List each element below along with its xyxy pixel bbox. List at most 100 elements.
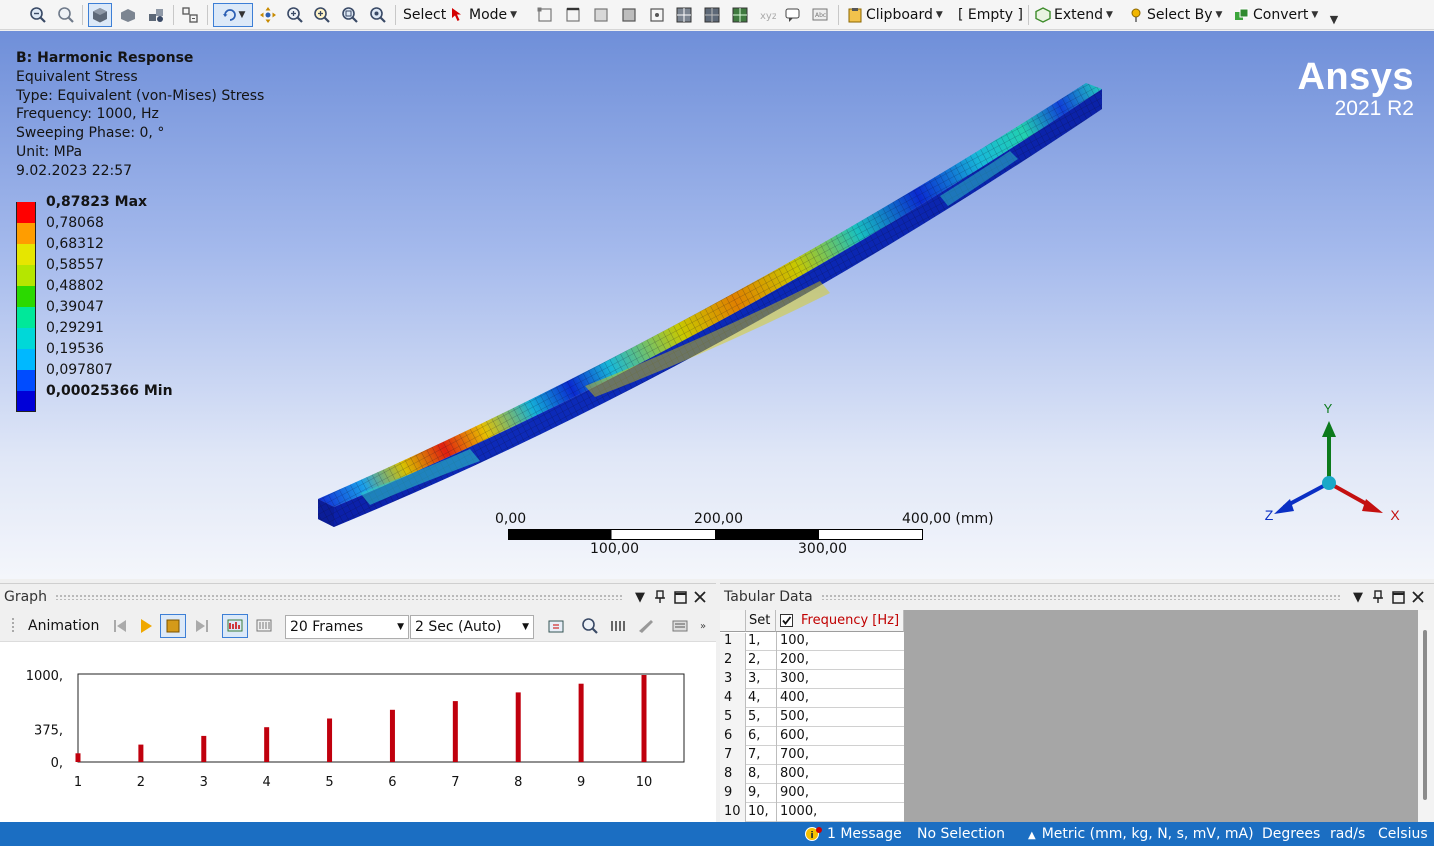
angle-unit[interactable]: Degrees bbox=[1262, 826, 1320, 842]
close-pane-icon[interactable] bbox=[1408, 591, 1428, 603]
extend-dropdown[interactable]: Extend ▼ bbox=[1035, 3, 1113, 27]
vertex-select-icon[interactable] bbox=[533, 3, 557, 27]
pan-icon[interactable] bbox=[256, 3, 280, 27]
cursor-tool-icon[interactable] bbox=[634, 614, 658, 638]
column-header-set[interactable]: Set bbox=[746, 610, 776, 632]
frequency-bar[interactable] bbox=[641, 675, 647, 762]
set-cell[interactable]: 10, bbox=[748, 804, 769, 819]
frequency-bar[interactable] bbox=[452, 701, 458, 762]
maximize-pane-icon[interactable] bbox=[670, 590, 690, 604]
frequency-cell[interactable]: 100, bbox=[780, 633, 809, 648]
table-row[interactable]: 8 8, 800, bbox=[720, 765, 904, 785]
tabular-scrollbar[interactable] bbox=[1418, 610, 1434, 823]
frequency-cell[interactable]: 800, bbox=[780, 766, 809, 781]
set-cell[interactable]: 4, bbox=[748, 690, 760, 705]
table-row[interactable]: 4 4, 400, bbox=[720, 689, 904, 709]
table-row[interactable]: 2 2, 200, bbox=[720, 651, 904, 671]
pane-menu-icon[interactable]: ▼ bbox=[630, 590, 650, 605]
scrollbar-thumb[interactable] bbox=[1423, 630, 1427, 800]
pin-pane-icon[interactable] bbox=[650, 590, 670, 604]
table-row[interactable]: 3 3, 300, bbox=[720, 670, 904, 690]
edge-select-icon[interactable] bbox=[561, 3, 585, 27]
body-select-icon[interactable] bbox=[617, 3, 641, 27]
set-cell[interactable]: 5, bbox=[748, 709, 760, 724]
result-sets-icon[interactable] bbox=[252, 614, 276, 638]
frames-select[interactable]: 20 Frames ▼ bbox=[285, 615, 409, 639]
graph-options-icon[interactable] bbox=[668, 614, 692, 638]
magnifier-icon[interactable] bbox=[366, 3, 390, 27]
coordinate-icon[interactable]: xyz bbox=[755, 3, 779, 27]
rotate-dropdown[interactable]: ▼ bbox=[213, 3, 253, 27]
zoom-icon[interactable] bbox=[283, 3, 307, 27]
next-frame-icon[interactable] bbox=[190, 614, 214, 638]
element-select-icon[interactable] bbox=[700, 3, 724, 27]
table-row[interactable]: 1 1, 100, bbox=[720, 632, 904, 652]
export-video-icon[interactable] bbox=[544, 614, 568, 638]
duration-select[interactable]: 2 Sec (Auto) ▼ bbox=[410, 615, 534, 639]
column-header-frequency[interactable]: Frequency [Hz] bbox=[776, 610, 904, 632]
frequency-bar[interactable] bbox=[264, 727, 270, 762]
toolbar-overflow-icon[interactable]: ▼ bbox=[1322, 3, 1346, 27]
frequency-bar[interactable] bbox=[201, 735, 207, 762]
clipboard-dropdown[interactable]: Clipboard ▼ bbox=[847, 3, 943, 27]
table-row[interactable]: 5 5, 500, bbox=[720, 708, 904, 728]
frequency-bar[interactable] bbox=[327, 718, 333, 763]
set-cell[interactable]: 2, bbox=[748, 652, 760, 667]
face-select-icon[interactable] bbox=[589, 3, 613, 27]
axis-triad[interactable]: Y Z X bbox=[1250, 393, 1410, 533]
tabular-grid[interactable]: Set Frequency [Hz] 1 1, 100, 2 2, 200, 3 3, 300,… bbox=[720, 610, 904, 823]
play-icon[interactable] bbox=[134, 614, 158, 638]
set-cell[interactable]: 7, bbox=[748, 747, 760, 762]
set-cell[interactable]: 6, bbox=[748, 728, 760, 743]
frequency-bar[interactable] bbox=[75, 753, 81, 762]
temperature-unit[interactable]: Celsius bbox=[1378, 826, 1428, 842]
frequency-cell[interactable]: 700, bbox=[780, 747, 809, 762]
frequency-bar[interactable] bbox=[578, 683, 584, 762]
chart-grid-icon[interactable] bbox=[606, 614, 630, 638]
set-cell[interactable]: 3, bbox=[748, 671, 760, 686]
previous-frame-icon[interactable] bbox=[108, 614, 132, 638]
table-row[interactable]: 9 9, 900, bbox=[720, 784, 904, 804]
frequency-bar[interactable] bbox=[389, 709, 395, 762]
rotational-unit[interactable]: rad/s bbox=[1330, 826, 1365, 842]
frequency-cell[interactable]: 400, bbox=[780, 690, 809, 705]
convert-dropdown[interactable]: Convert ▼ bbox=[1234, 3, 1318, 27]
mesh-select-icon[interactable] bbox=[728, 3, 752, 27]
zoom-graph-icon[interactable] bbox=[578, 614, 602, 638]
set-cell[interactable]: 9, bbox=[748, 785, 760, 800]
frequency-cell[interactable]: 1000, bbox=[780, 804, 817, 819]
set-cell[interactable]: 8, bbox=[748, 766, 760, 781]
frequency-cell[interactable]: 200, bbox=[780, 652, 809, 667]
empty-selection-button[interactable]: [ Empty ] bbox=[958, 3, 1023, 27]
select-mode-dropdown[interactable]: Mode ▼ bbox=[450, 3, 517, 27]
node-select-icon[interactable] bbox=[645, 3, 669, 27]
frequency-bar[interactable] bbox=[138, 744, 144, 762]
label-icon[interactable] bbox=[781, 3, 805, 27]
select-type-icon[interactable] bbox=[178, 3, 202, 27]
frequency-bar[interactable] bbox=[515, 692, 521, 762]
zoom-out-icon[interactable] bbox=[54, 3, 78, 27]
distributed-frames-icon[interactable] bbox=[222, 614, 248, 638]
frequency-checkbox[interactable] bbox=[780, 614, 793, 627]
body-view-icon[interactable] bbox=[88, 3, 112, 27]
close-pane-icon[interactable] bbox=[690, 591, 710, 603]
frequency-cell[interactable]: 300, bbox=[780, 671, 809, 686]
graphics-viewport[interactable]: B: Harmonic Response Equivalent Stress T… bbox=[0, 31, 1434, 579]
table-row[interactable]: 6 6, 600, bbox=[720, 727, 904, 747]
frequency-bar-chart[interactable]: 0, 375, 1000, 1 2 3 4 5 6 7 8 9 10 bbox=[0, 642, 716, 822]
solid-view-icon[interactable] bbox=[116, 3, 140, 27]
group-view-icon[interactable] bbox=[144, 3, 168, 27]
element-face-select-icon[interactable] bbox=[672, 3, 696, 27]
table-row[interactable]: 10 10, 1000, bbox=[720, 803, 904, 823]
box-zoom-icon[interactable] bbox=[310, 3, 334, 27]
zoom-fit-icon[interactable] bbox=[26, 3, 50, 27]
frequency-cell[interactable]: 600, bbox=[780, 728, 809, 743]
toolbar-overflow-icon[interactable]: » bbox=[696, 614, 710, 638]
set-cell[interactable]: 1, bbox=[748, 633, 760, 648]
frequency-cell[interactable]: 500, bbox=[780, 709, 809, 724]
pane-menu-icon[interactable]: ▼ bbox=[1348, 590, 1368, 605]
maximize-pane-icon[interactable] bbox=[1388, 590, 1408, 604]
select-by-dropdown[interactable]: Select By ▼ bbox=[1128, 3, 1222, 27]
pin-pane-icon[interactable] bbox=[1368, 590, 1388, 604]
annotation-icon[interactable]: Abc bbox=[808, 3, 832, 27]
